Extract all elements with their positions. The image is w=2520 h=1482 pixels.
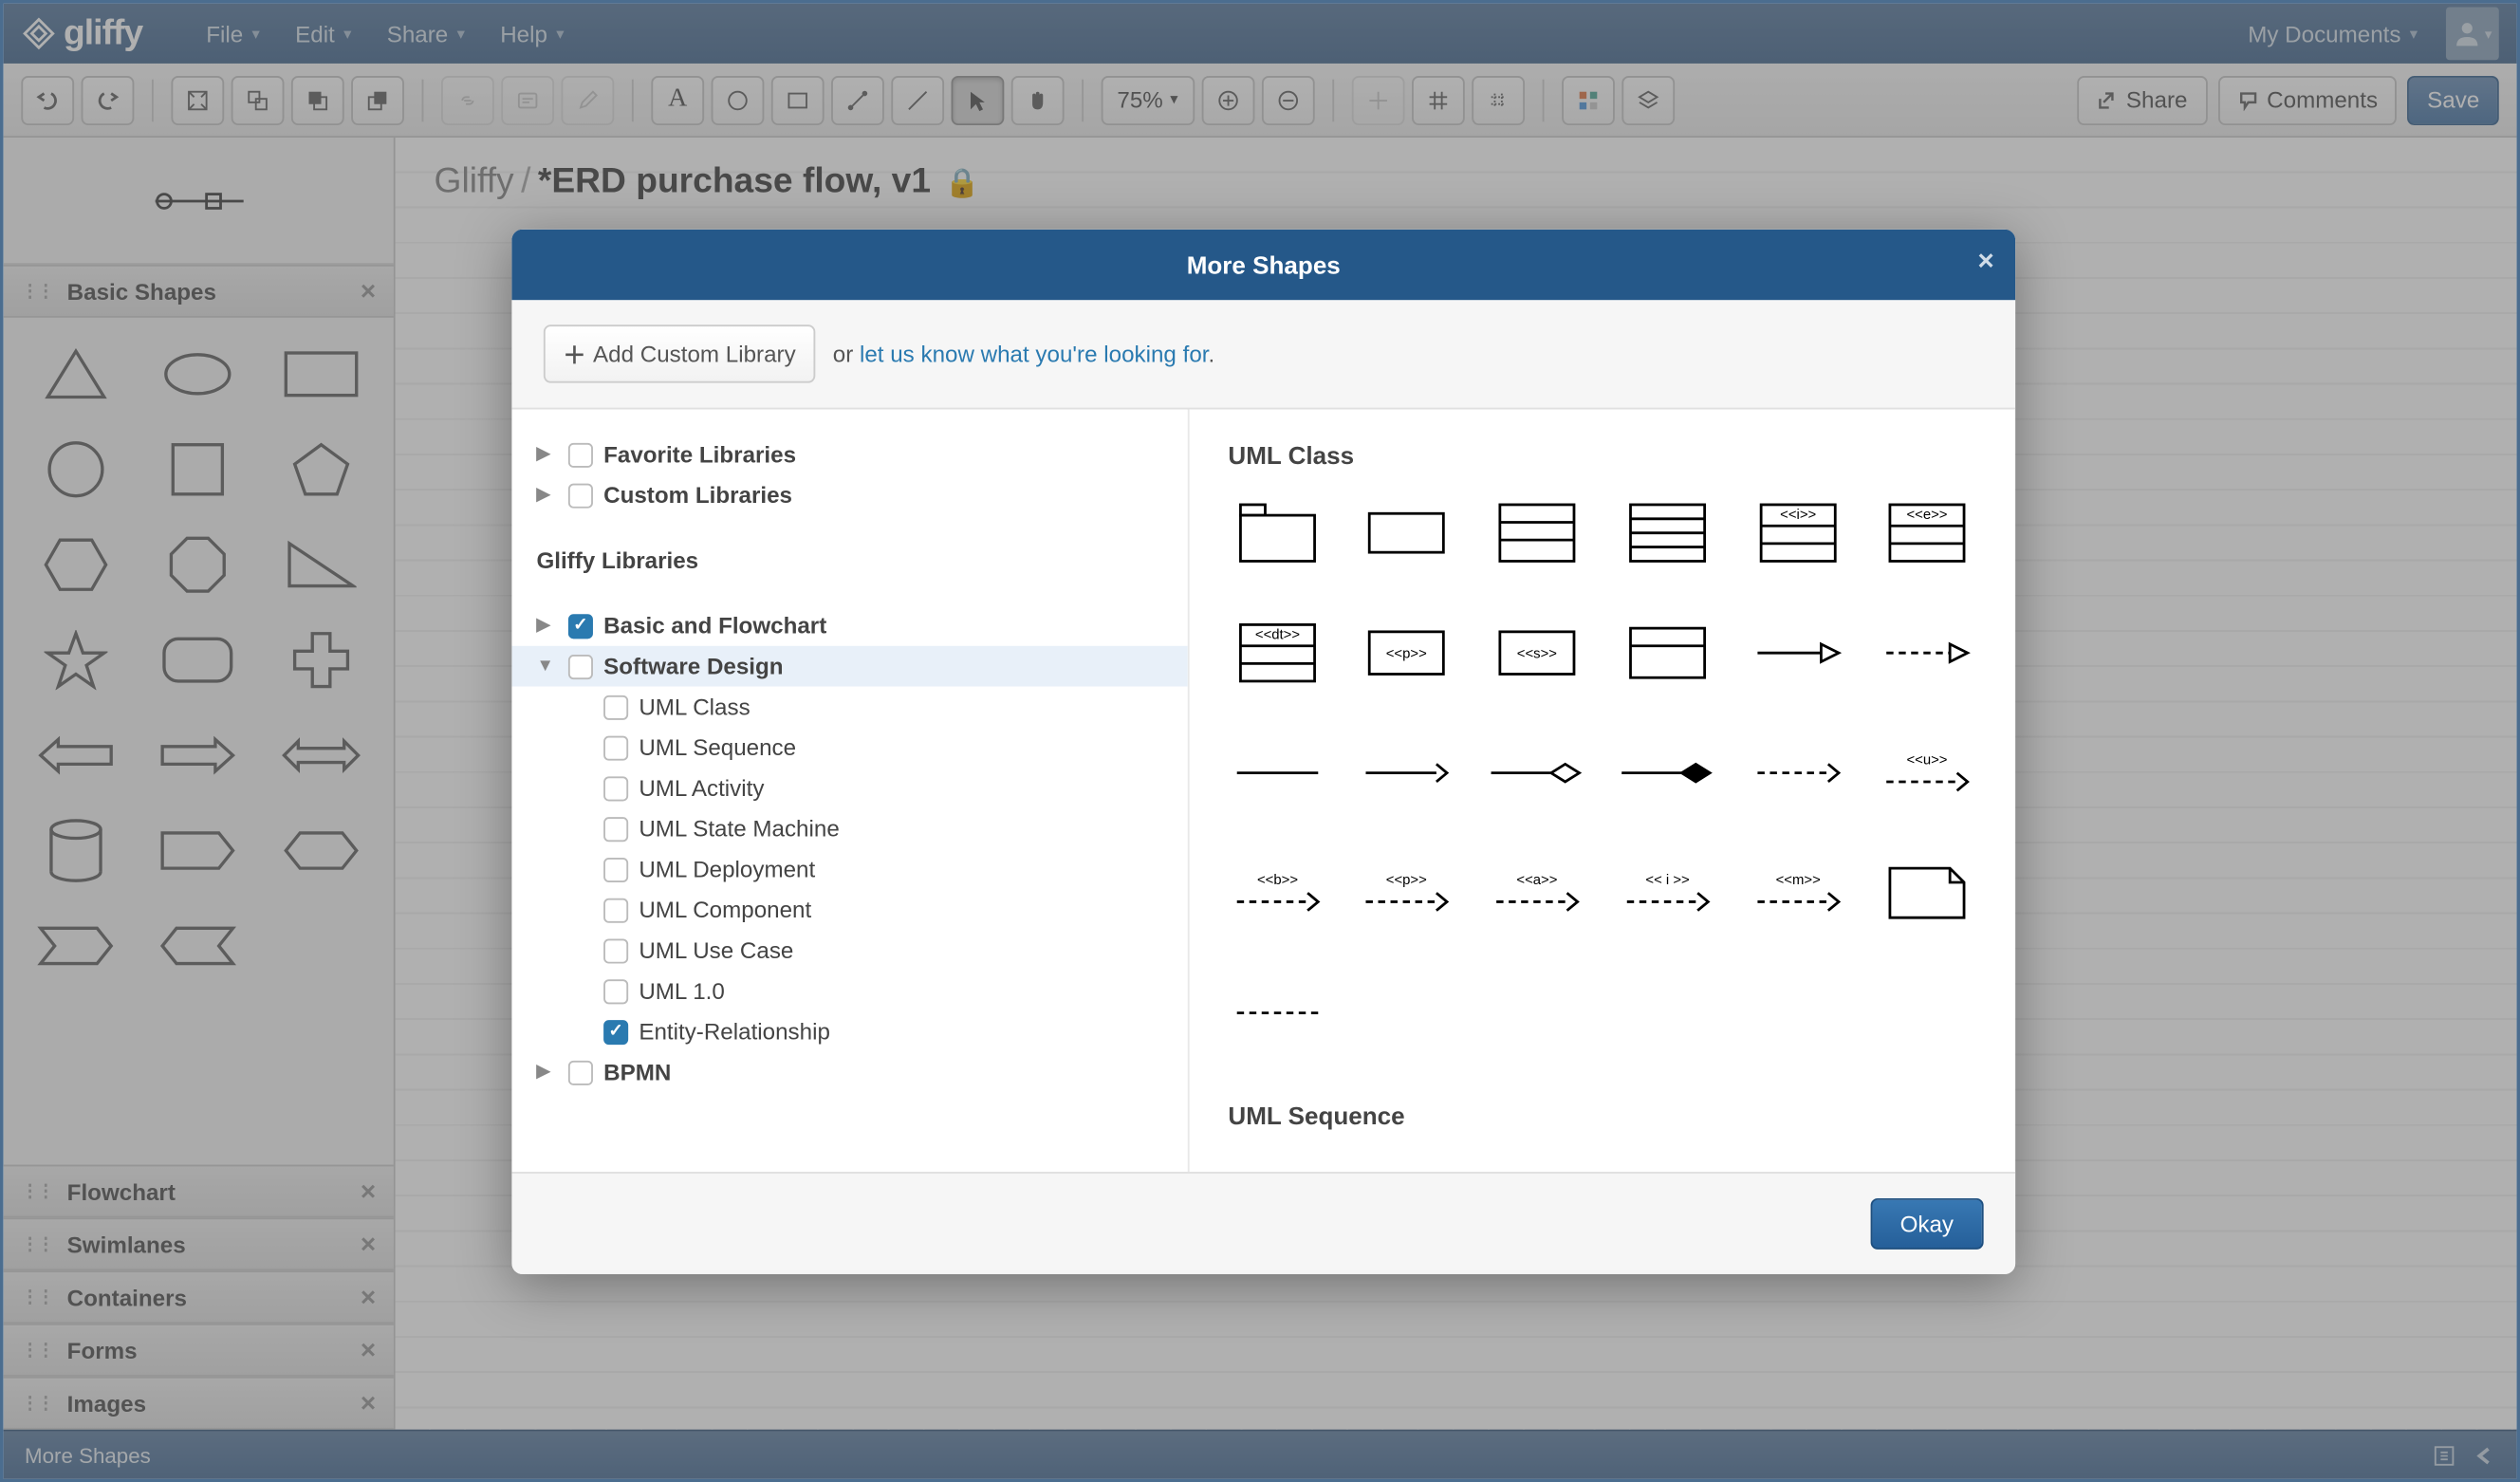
uml-arrow-abstract-icon[interactable]: <<a>> bbox=[1488, 858, 1586, 928]
tree-uml-state-machine[interactable]: UML State Machine bbox=[511, 808, 1187, 849]
uml-arrow-bind-icon[interactable]: <<b>> bbox=[1229, 858, 1326, 928]
modal-header: More Shapes × bbox=[511, 230, 2015, 300]
uml-package-icon[interactable] bbox=[1229, 498, 1326, 568]
uml-enumeration-icon[interactable]: <<e>> bbox=[1879, 498, 1976, 568]
uml-arrow-merge-icon[interactable]: <<m>> bbox=[1749, 858, 1846, 928]
svg-text:<<i>>: <<i>> bbox=[1780, 508, 1816, 523]
tree-software-design[interactable]: ▼Software Design bbox=[511, 646, 1187, 687]
uml-arrow-dashed-icon[interactable] bbox=[1749, 737, 1846, 807]
preview-title-uml-class: UML Class bbox=[1229, 441, 1977, 470]
svg-text:<<p>>: <<p>> bbox=[1386, 873, 1427, 888]
uml-arrow-dashed-open-icon[interactable] bbox=[1879, 618, 1976, 688]
uml-arrow-generalization-icon[interactable] bbox=[1749, 618, 1846, 688]
svg-text:<<s>>: <<s>> bbox=[1517, 647, 1557, 662]
uml-primitive-icon[interactable]: <<p>> bbox=[1358, 618, 1455, 688]
modal-title: More Shapes bbox=[1187, 250, 1341, 279]
uml-class-3-icon[interactable] bbox=[1488, 498, 1586, 568]
uml-dashed-line-icon[interactable] bbox=[1229, 977, 1326, 1047]
tree-favorite-libraries[interactable]: ▶Favorite Libraries bbox=[511, 435, 1187, 475]
uml-arrow-instantiate-icon[interactable]: << i >> bbox=[1619, 858, 1717, 928]
uml-datatype-icon[interactable]: <<dt>> bbox=[1229, 618, 1326, 688]
tree-uml-10[interactable]: UML 1.0 bbox=[511, 971, 1187, 1011]
svg-text:<< i >>: << i >> bbox=[1646, 873, 1690, 888]
svg-text:<<a>>: <<a>> bbox=[1517, 873, 1558, 888]
tree-gliffy-libraries-label: Gliffy Libraries bbox=[511, 536, 1187, 584]
uml-arrow-use-icon[interactable]: <<u>> bbox=[1879, 737, 1976, 807]
feedback-link[interactable]: let us know what you're looking for bbox=[860, 341, 1209, 367]
svg-text:<<u>>: <<u>> bbox=[1907, 752, 1948, 768]
modal-footer: Okay bbox=[511, 1172, 2015, 1274]
uml-arrow-aggregation-icon[interactable] bbox=[1488, 737, 1586, 807]
uml-note-icon[interactable] bbox=[1879, 858, 1976, 928]
uml-arrow-composition-icon[interactable] bbox=[1619, 737, 1717, 807]
library-tree: ▶Favorite Libraries ▶Custom Libraries Gl… bbox=[511, 410, 1189, 1173]
svg-text:<<dt>>: <<dt>> bbox=[1255, 627, 1300, 642]
svg-text:<<b>>: <<b>> bbox=[1257, 873, 1298, 888]
uml-signal-icon[interactable]: <<s>> bbox=[1488, 618, 1586, 688]
tree-custom-libraries[interactable]: ▶Custom Libraries bbox=[511, 474, 1187, 515]
tree-basic-flowchart[interactable]: ▶Basic and Flowchart bbox=[511, 605, 1187, 646]
tree-bpmn[interactable]: ▶BPMN bbox=[511, 1052, 1187, 1093]
svg-text:<<p>>: <<p>> bbox=[1386, 647, 1427, 662]
more-shapes-modal: More Shapes × ＋Add Custom Library or let… bbox=[511, 230, 2015, 1274]
uml-interface-icon[interactable]: <<i>> bbox=[1749, 498, 1846, 568]
okay-button[interactable]: Okay bbox=[1870, 1198, 1984, 1250]
modal-subheader: ＋Add Custom Library or let us know what … bbox=[511, 300, 2015, 409]
uml-line-icon[interactable] bbox=[1229, 737, 1326, 807]
tree-uml-sequence[interactable]: UML Sequence bbox=[511, 727, 1187, 768]
uml-class-2-icon[interactable] bbox=[1619, 618, 1717, 688]
tree-uml-activity[interactable]: UML Activity bbox=[511, 768, 1187, 808]
svg-text:<<e>>: <<e>> bbox=[1907, 508, 1948, 523]
tree-uml-deployment[interactable]: UML Deployment bbox=[511, 849, 1187, 890]
uml-arrow-association-icon[interactable] bbox=[1358, 737, 1455, 807]
tree-entity-relationship[interactable]: Entity-Relationship bbox=[511, 1011, 1187, 1052]
uml-object-icon[interactable] bbox=[1358, 498, 1455, 568]
preview-title-uml-sequence: UML Sequence bbox=[1229, 1102, 1977, 1130]
tree-uml-component[interactable]: UML Component bbox=[511, 889, 1187, 930]
uml-class-4-icon[interactable] bbox=[1619, 498, 1717, 568]
tree-uml-class[interactable]: UML Class bbox=[511, 687, 1187, 728]
tree-uml-use-case[interactable]: UML Use Case bbox=[511, 930, 1187, 971]
preview-panel: UML Class <<i>> <<e>> <<dt>> <<p>> <<s>> bbox=[1190, 410, 2015, 1173]
modal-close-button[interactable]: × bbox=[1977, 247, 1993, 278]
svg-text:<<m>>: <<m>> bbox=[1775, 873, 1820, 888]
uml-arrow-permit-icon[interactable]: <<p>> bbox=[1358, 858, 1455, 928]
add-custom-library-button[interactable]: ＋Add Custom Library bbox=[544, 324, 815, 382]
